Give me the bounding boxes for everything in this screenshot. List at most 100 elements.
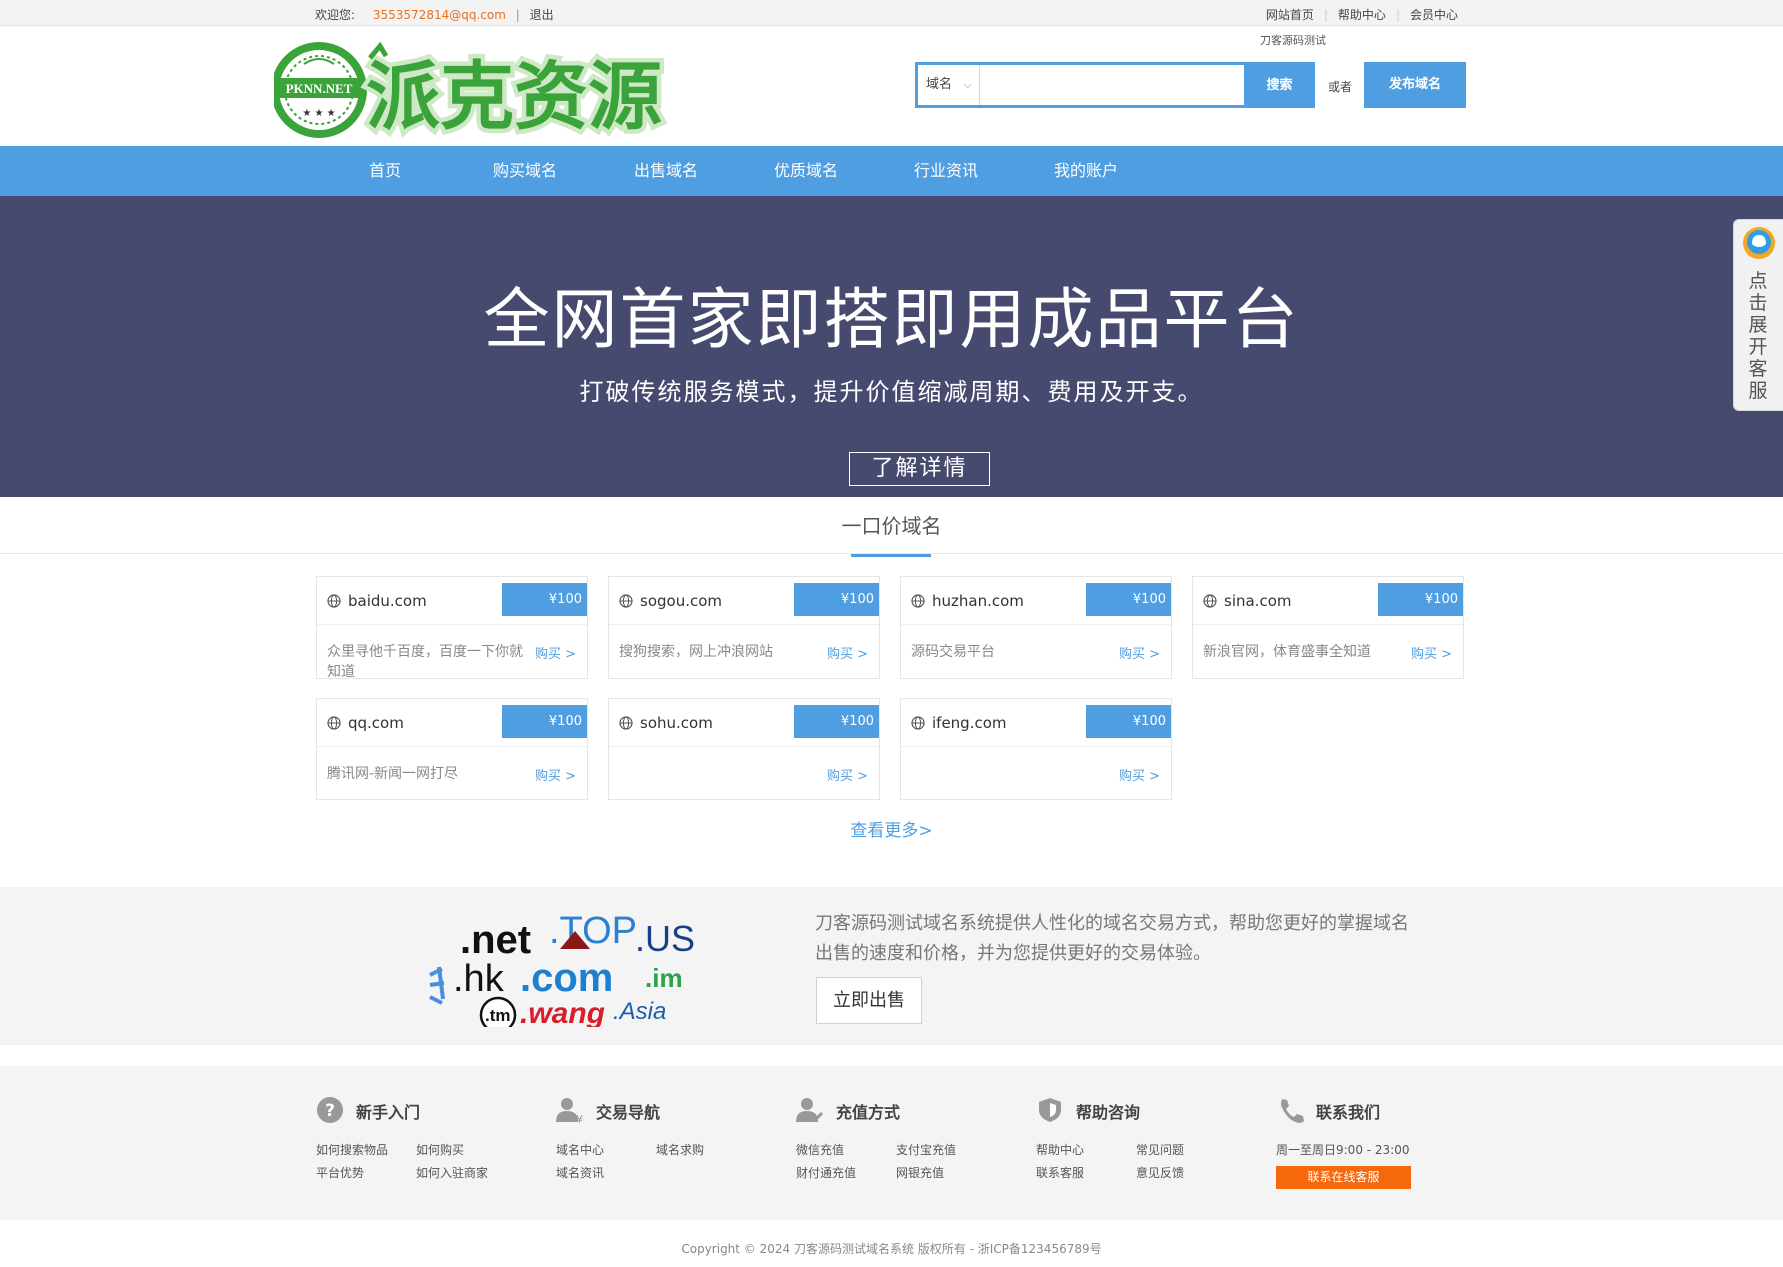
buy-link[interactable]: 购买 > [827, 765, 868, 784]
art-word: .tm [485, 1006, 511, 1025]
nav-item-my-account[interactable]: 我的账户 [1054, 146, 1118, 196]
globe-icon [911, 716, 925, 730]
domain-description: 源码交易平台 [911, 644, 995, 660]
help-link[interactable]: 微信充值 [796, 1141, 844, 1158]
domain-name[interactable]: huzhan.com [932, 592, 1024, 610]
help-link[interactable]: 支付宝充值 [896, 1141, 956, 1158]
buy-link[interactable]: 购买 > [535, 765, 576, 784]
chevron-down-icon: ⌵ [963, 78, 972, 91]
section-title: 一口价域名 [841, 514, 942, 538]
welcome-text: 欢迎您: [315, 8, 356, 22]
hero-banner: 全网首家即搭即用成品平台 打破传统服务模式，提升价值缩减周期、费用及开支。 了解… [0, 196, 1783, 497]
help-link[interactable]: 平台优势 [316, 1164, 364, 1181]
logout-link[interactable]: 退出 [530, 8, 554, 22]
art-word: .im [645, 963, 683, 993]
buy-link[interactable]: 购买 > [827, 643, 868, 662]
sell-now-button[interactable]: 立即出售 [816, 977, 922, 1024]
main-nav: 首页 购买域名 出售域名 优质域名 行业资讯 我的账户 [0, 146, 1783, 196]
help-link[interactable]: 网银充值 [896, 1164, 944, 1181]
customer-service-tab[interactable]: 点击展开客服 [1733, 219, 1783, 411]
user-email-link[interactable]: 3553572814@qq.com [373, 8, 506, 22]
domain-name[interactable]: qq.com [348, 714, 404, 732]
art-word: .com [520, 956, 613, 1000]
domain-price: ¥100 [502, 583, 587, 616]
user-money-icon: ¥ [556, 1098, 583, 1124]
domain-card: huzhan.com ¥100 源码交易平台 购买 > [900, 576, 1172, 679]
domain-name[interactable]: baidu.com [348, 592, 427, 610]
domain-price: ¥100 [1086, 583, 1171, 616]
separator: | [1395, 8, 1400, 22]
copyright: Copyright © 2024 刀客源码测试域名系统 版权所有 - 浙ICP备… [681, 1242, 1102, 1256]
learn-more-button[interactable]: 了解详情 [849, 452, 990, 486]
globe-icon [1203, 594, 1217, 608]
search-button[interactable]: 搜索 [1244, 62, 1315, 108]
promo-text: 刀客源码测试域名系统提供人性化的域名交易方式，帮助您更好的掌握域名出售的速度和价… [815, 913, 1409, 964]
domain-suffix-artwork: .net .TOP .US .hk .com .im .tm .wang .As… [429, 910, 695, 1027]
help-link[interactable]: 如何购买 [416, 1141, 464, 1158]
art-word: .US [635, 918, 695, 959]
help-link[interactable]: 域名资讯 [556, 1164, 604, 1181]
top-bar-right: 网站首页 | 帮助中心 | 会员中心 [1266, 6, 1458, 23]
domain-card-head: baidu.com ¥100 [317, 577, 587, 625]
help-link[interactable]: 如何入驻商家 [416, 1164, 488, 1181]
svg-text:¥: ¥ [576, 1113, 583, 1124]
buy-link[interactable]: 购买 > [1411, 643, 1452, 662]
help-link[interactable]: 域名中心 [556, 1141, 604, 1158]
or-text: 或者 [1328, 80, 1353, 94]
help-column-title: 联系我们 [1316, 1103, 1381, 1122]
help-link[interactable]: 财付通充值 [796, 1164, 856, 1181]
nav-item-premium-domain[interactable]: 优质域名 [774, 146, 838, 196]
search-input[interactable] [982, 65, 1247, 105]
help-column: ? 新手入门 如何搜索物品 如何购买 平台优势 如何入驻商家 [316, 1066, 556, 1220]
help-column: 充值方式 微信充值 支付宝充值 财付通充值 网银充值 [796, 1066, 1036, 1220]
domain-name[interactable]: sina.com [1224, 592, 1292, 610]
help-link[interactable]: 如何搜索物品 [316, 1141, 388, 1158]
help-link[interactable]: 意见反馈 [1136, 1164, 1184, 1181]
separator: | [1323, 8, 1328, 22]
help-link[interactable]: 常见问题 [1136, 1141, 1184, 1158]
buy-link[interactable]: 购买 > [1119, 765, 1160, 784]
domain-card: sogou.com ¥100 搜狗搜索，网上冲浪网站 购买 > [608, 576, 880, 679]
publish-domain-button[interactable]: 发布域名 [1364, 62, 1466, 108]
help-center-link[interactable]: 帮助中心 [1338, 8, 1386, 22]
art-word: .hk [453, 958, 505, 1000]
buy-link[interactable]: 购买 > [535, 643, 576, 662]
domain-card-head: ifeng.com ¥100 [901, 699, 1171, 747]
view-more-link[interactable]: 查看更多> [0, 816, 1783, 841]
header: PKNN.NET ★ ★ ★ 派克资源 派克资源 刀客源码测试 域名 ⌵ 搜索 … [0, 26, 1783, 146]
nav-item-home[interactable]: 首页 [369, 146, 401, 196]
contact-online-service-button[interactable]: 联系在线客服 [1276, 1166, 1411, 1189]
member-center-link[interactable]: 会员中心 [1410, 8, 1458, 22]
service-hours: 周一至周日9:00 - 23:00 [1276, 1143, 1410, 1157]
top-bar: 欢迎您: 3553572814@qq.com | 退出 网站首页 | 帮助中心 | 会员… [0, 0, 1783, 26]
domain-name[interactable]: sohu.com [640, 714, 713, 732]
domain-card: sohu.com ¥100 购买 > [608, 698, 880, 800]
help-link[interactable]: 联系客服 [1036, 1164, 1084, 1181]
site-logo[interactable]: PKNN.NET ★ ★ ★ 派克资源 派克资源 [271, 40, 674, 145]
nav-item-industry-news[interactable]: 行业资讯 [914, 146, 978, 196]
domain-name[interactable]: sogou.com [640, 592, 722, 610]
help-column-title: 帮助咨询 [1076, 1103, 1141, 1122]
domain-price: ¥100 [1378, 583, 1463, 616]
search-type-select[interactable]: 域名 ⌵ [918, 65, 980, 105]
nav-item-buy-domain[interactable]: 购买域名 [493, 146, 557, 196]
home-link[interactable]: 网站首页 [1266, 8, 1314, 22]
question-icon: ? [317, 1097, 343, 1123]
help-link[interactable]: 帮助中心 [1036, 1141, 1084, 1158]
svg-text:★ ★ ★: ★ ★ ★ [302, 108, 335, 119]
logo-text: 派克资源 [366, 54, 662, 140]
globe-icon [327, 716, 341, 730]
globe-icon [327, 594, 341, 608]
qq-chat-icon [1743, 227, 1775, 259]
nav-item-sell-domain[interactable]: 出售域名 [634, 146, 698, 196]
domain-card-head: huzhan.com ¥100 [901, 577, 1171, 625]
domain-description: 新浪官网，体育盛事全知道 [1203, 644, 1371, 660]
buy-link[interactable]: 购买 > [1119, 643, 1160, 662]
domain-name[interactable]: ifeng.com [932, 714, 1007, 732]
globe-icon [911, 594, 925, 608]
help-link[interactable]: 域名求购 [656, 1141, 704, 1158]
section-title-underline [851, 554, 931, 557]
customer-service-text: 点击展开客服 [1748, 270, 1768, 402]
domain-description: 众里寻他千百度，百度一下你就知道 [327, 644, 523, 680]
art-word: .Asia [613, 998, 666, 1025]
